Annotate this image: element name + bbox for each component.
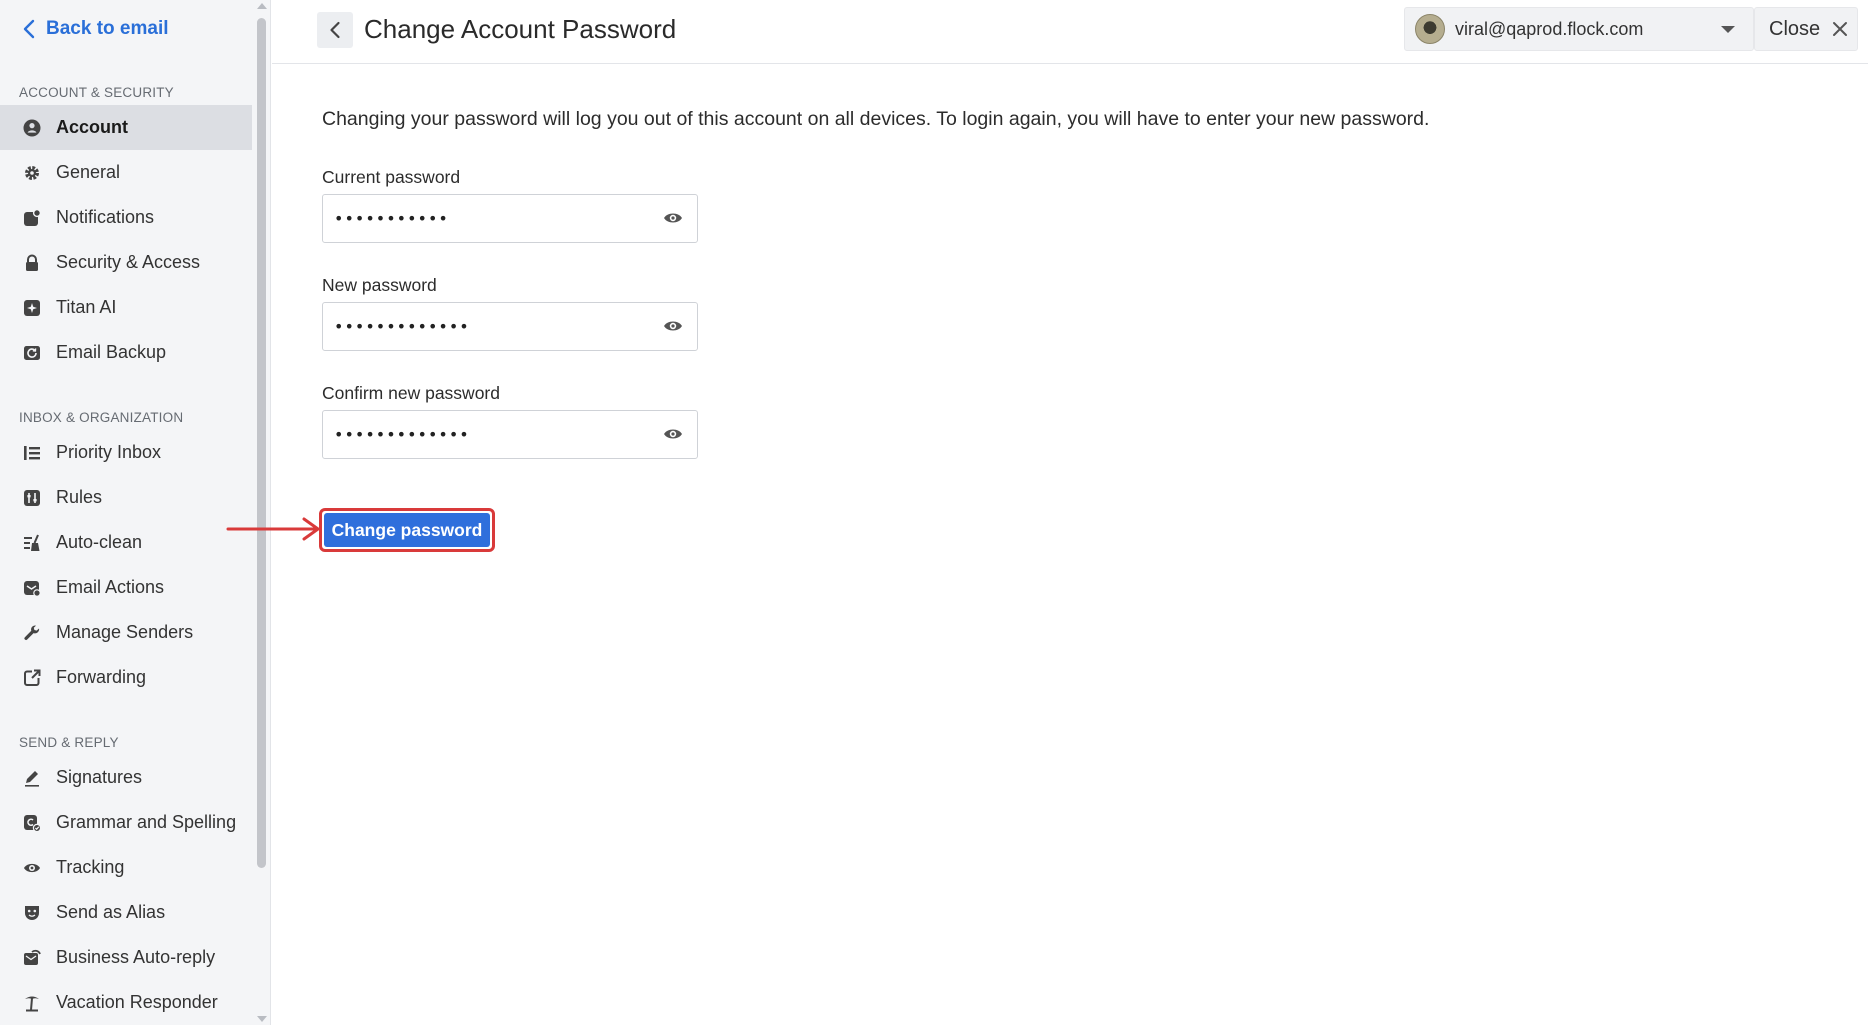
scroll-down-arrow-icon[interactable] [257,1016,267,1022]
sidebar-item-forwarding[interactable]: Forwarding [0,655,252,700]
back-to-email-link[interactable]: Back to email [22,16,169,42]
section-heading-send-reply: SEND & REPLY [19,735,119,750]
new-password-input[interactable] [334,317,634,336]
chevron-left-icon [23,19,35,39]
chevron-left-icon [330,21,340,39]
back-to-email-label: Back to email [46,18,169,39]
show-password-eye-icon[interactable] [663,318,683,334]
sidebar-item-label: Account [56,117,128,137]
sidebar-item-auto-clean[interactable]: Auto-clean [0,520,252,565]
new-password-field[interactable] [322,302,698,351]
show-password-eye-icon[interactable] [663,426,683,442]
change-password-button-highlight: Change password [319,508,495,552]
section-heading-inbox-organization: INBOX & ORGANIZATION [19,410,184,425]
sidebar-item-label: Business Auto-reply [56,947,216,967]
sidebar-item-general[interactable]: General [0,150,252,195]
sidebar-item-account[interactable]: Account [0,105,252,150]
password-change-info-text: Changing your password will log you out … [322,108,1430,130]
sidebar-item-label: Priority Inbox [56,442,162,462]
sidebar-item-label: Notifications [56,207,155,227]
change-password-button[interactable]: Change password [324,513,490,547]
sidebar-item-send-as-alias[interactable]: Send as Alias [0,890,252,935]
sidebar-item-label: Manage Senders [56,622,194,642]
annotation-arrow-icon [226,517,320,541]
sidebar-item-label: Tracking [56,857,125,877]
sidebar-item-label: Titan AI [56,297,117,317]
auto-reply-icon [22,948,42,968]
current-password-label: Current password [322,167,461,187]
page-header: Change Account Password viral@qaprod.flo… [272,0,1868,64]
backup-icon [22,343,42,363]
current-password-input[interactable] [334,209,634,228]
confirm-password-label: Confirm new password [322,383,500,403]
sidebar-item-label: Vacation Responder [56,992,218,1012]
sidebar-item-label: Email Actions [56,577,165,597]
close-icon [1833,22,1848,36]
sidebar-item-label: Security & Access [56,252,201,272]
sparkle-icon [22,298,42,318]
show-password-eye-icon[interactable] [663,210,683,226]
sidebar-item-email-backup[interactable]: Email Backup [0,330,252,375]
sidebar-item-business-auto-reply[interactable]: Business Auto-reply [0,935,252,980]
sidebar-item-signatures[interactable]: Signatures [0,755,252,800]
priority-list-icon [22,443,42,463]
confirm-password-input[interactable] [334,425,634,444]
sidebar-item-vacation-responder[interactable]: Vacation Responder [0,980,252,1025]
settings-app: Back to email ACCOUNT & SECURITY Account… [0,0,1868,1025]
sidebar-item-label: Forwarding [56,667,147,687]
sidebar-item-grammar-spelling[interactable]: Grammar and Spelling [0,800,252,845]
mask-icon [22,903,42,923]
sidebar-item-label: Signatures [56,767,143,787]
sidebar-item-security-access[interactable]: Security & Access [0,240,252,285]
confirm-password-field[interactable] [322,410,698,459]
pen-icon [22,768,42,788]
grammar-icon [22,813,42,833]
scroll-up-arrow-icon[interactable] [257,3,267,9]
sidebar-item-label: General [56,162,121,182]
close-label: Close [1769,17,1821,40]
chevron-down-icon [1721,26,1735,33]
header-back-button[interactable] [317,12,353,48]
sidebar-scrollbar[interactable] [254,0,270,1025]
current-password-field[interactable] [322,194,698,243]
gear-icon [22,163,42,183]
section-heading-account-security: ACCOUNT & SECURITY [19,85,174,100]
account-email: viral@qaprod.flock.com [1455,18,1644,39]
sidebar-item-titan-ai[interactable]: Titan AI [0,285,252,330]
sidebar-item-label: Rules [56,487,103,507]
close-button[interactable]: Close [1754,7,1858,51]
sidebar-item-priority-inbox[interactable]: Priority Inbox [0,430,252,475]
new-password-label: New password [322,275,437,295]
sidebar-item-manage-senders[interactable]: Manage Senders [0,610,252,655]
sidebar-item-label: Grammar and Spelling [56,812,237,832]
email-actions-icon [22,578,42,598]
sidebar-scroll-thumb[interactable] [257,18,266,868]
lock-icon [22,253,42,273]
eye-icon [22,858,42,878]
sidebar-item-notifications[interactable]: Notifications [0,195,252,240]
broom-icon [22,533,42,553]
notification-icon [22,208,42,228]
sidebar-item-rules[interactable]: Rules [0,475,252,520]
sidebar-item-tracking[interactable]: Tracking [0,845,252,890]
sidebar-item-label: Email Backup [56,342,167,362]
wrench-icon [22,623,42,643]
forward-icon [22,668,42,688]
sidebar-item-label: Auto-clean [56,532,143,552]
rules-icon [22,488,42,508]
page-title: Change Account Password [364,14,677,44]
sidebar-item-email-actions[interactable]: Email Actions [0,565,252,610]
palm-tree-icon [22,993,42,1013]
user-circle-icon [22,118,42,138]
change-password-form: Changing your password will log you out … [272,65,1868,1025]
account-switcher-dropdown[interactable]: viral@qaprod.flock.com [1404,7,1754,51]
sidebar-item-label: Send as Alias [56,902,166,922]
settings-sidebar: Back to email ACCOUNT & SECURITY Account… [0,0,271,1025]
avatar [1415,14,1445,44]
